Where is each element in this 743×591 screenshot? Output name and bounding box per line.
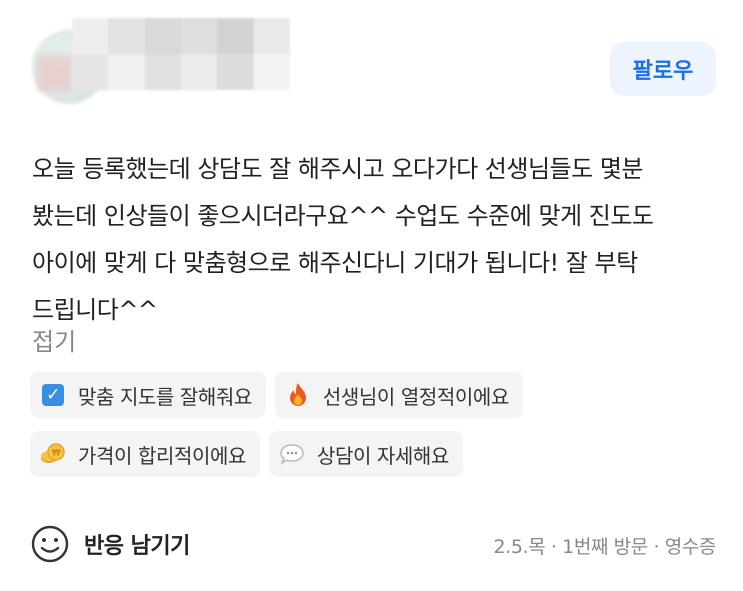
review-line: 드립니다^^	[32, 296, 158, 324]
review-header: 팔로우	[0, 0, 743, 120]
react-button[interactable]: 반응 남기기	[30, 524, 190, 564]
react-label: 반응 남기기	[84, 534, 190, 559]
tag-label: 가격이 합리적이에요	[78, 443, 246, 468]
tag-label: 맞춤 지도를 잘해줘요	[78, 384, 252, 409]
smile-icon	[31, 525, 69, 563]
review-line: 아이에 맞게 다 맞춤형으로 해주신다니 기대가 됩니다! 잘 부탁	[32, 249, 638, 277]
check-box-icon: ✓	[40, 382, 66, 408]
fold-link[interactable]: 접기	[32, 322, 76, 357]
tag-label: 선생님이 열정적이에요	[322, 384, 509, 409]
fire-icon	[285, 382, 311, 408]
tag-reasonable-price: ₩ 가격이 합리적이에요	[30, 431, 260, 477]
tag-detailed-consultation: 상담이 자세해요	[268, 431, 463, 477]
review-line: 오늘 등록했는데 상담도 잘 해주시고 오다가다 선생님들도 몇분	[32, 155, 643, 183]
tag-label: 상담이 자세해요	[316, 443, 449, 468]
tag-custom-guidance: ✓ 맞춤 지도를 잘해줘요	[30, 372, 266, 418]
follow-button[interactable]: 팔로우	[610, 42, 716, 96]
review-text: 오늘 등록했는데 상담도 잘 해주시고 오다가다 선생님들도 몇분 봤는데 인상…	[32, 146, 722, 334]
svg-text:₩: ₩	[52, 449, 61, 459]
keyword-tags: ✓ 맞춤 지도를 잘해줘요 선생님이 열정적이에요 ₩ 가격이 합리적이에요 상…	[30, 372, 730, 490]
visit-meta: 2.5.목 · 1번째 방문 · 영수증	[493, 536, 717, 558]
blurred-username	[72, 18, 290, 90]
speech-bubble-icon	[279, 441, 305, 467]
review-line: 봤는데 인상들이 좋으시더라구요^^ 수업도 수준에 맞게 진도도	[32, 202, 654, 230]
coin-icon: ₩	[40, 441, 66, 467]
review-footer: 반응 남기기 2.5.목 · 1번째 방문 · 영수증	[0, 510, 743, 580]
avatar-blur-spot	[37, 55, 73, 91]
tag-passionate-teacher: 선생님이 열정적이에요	[274, 372, 523, 418]
